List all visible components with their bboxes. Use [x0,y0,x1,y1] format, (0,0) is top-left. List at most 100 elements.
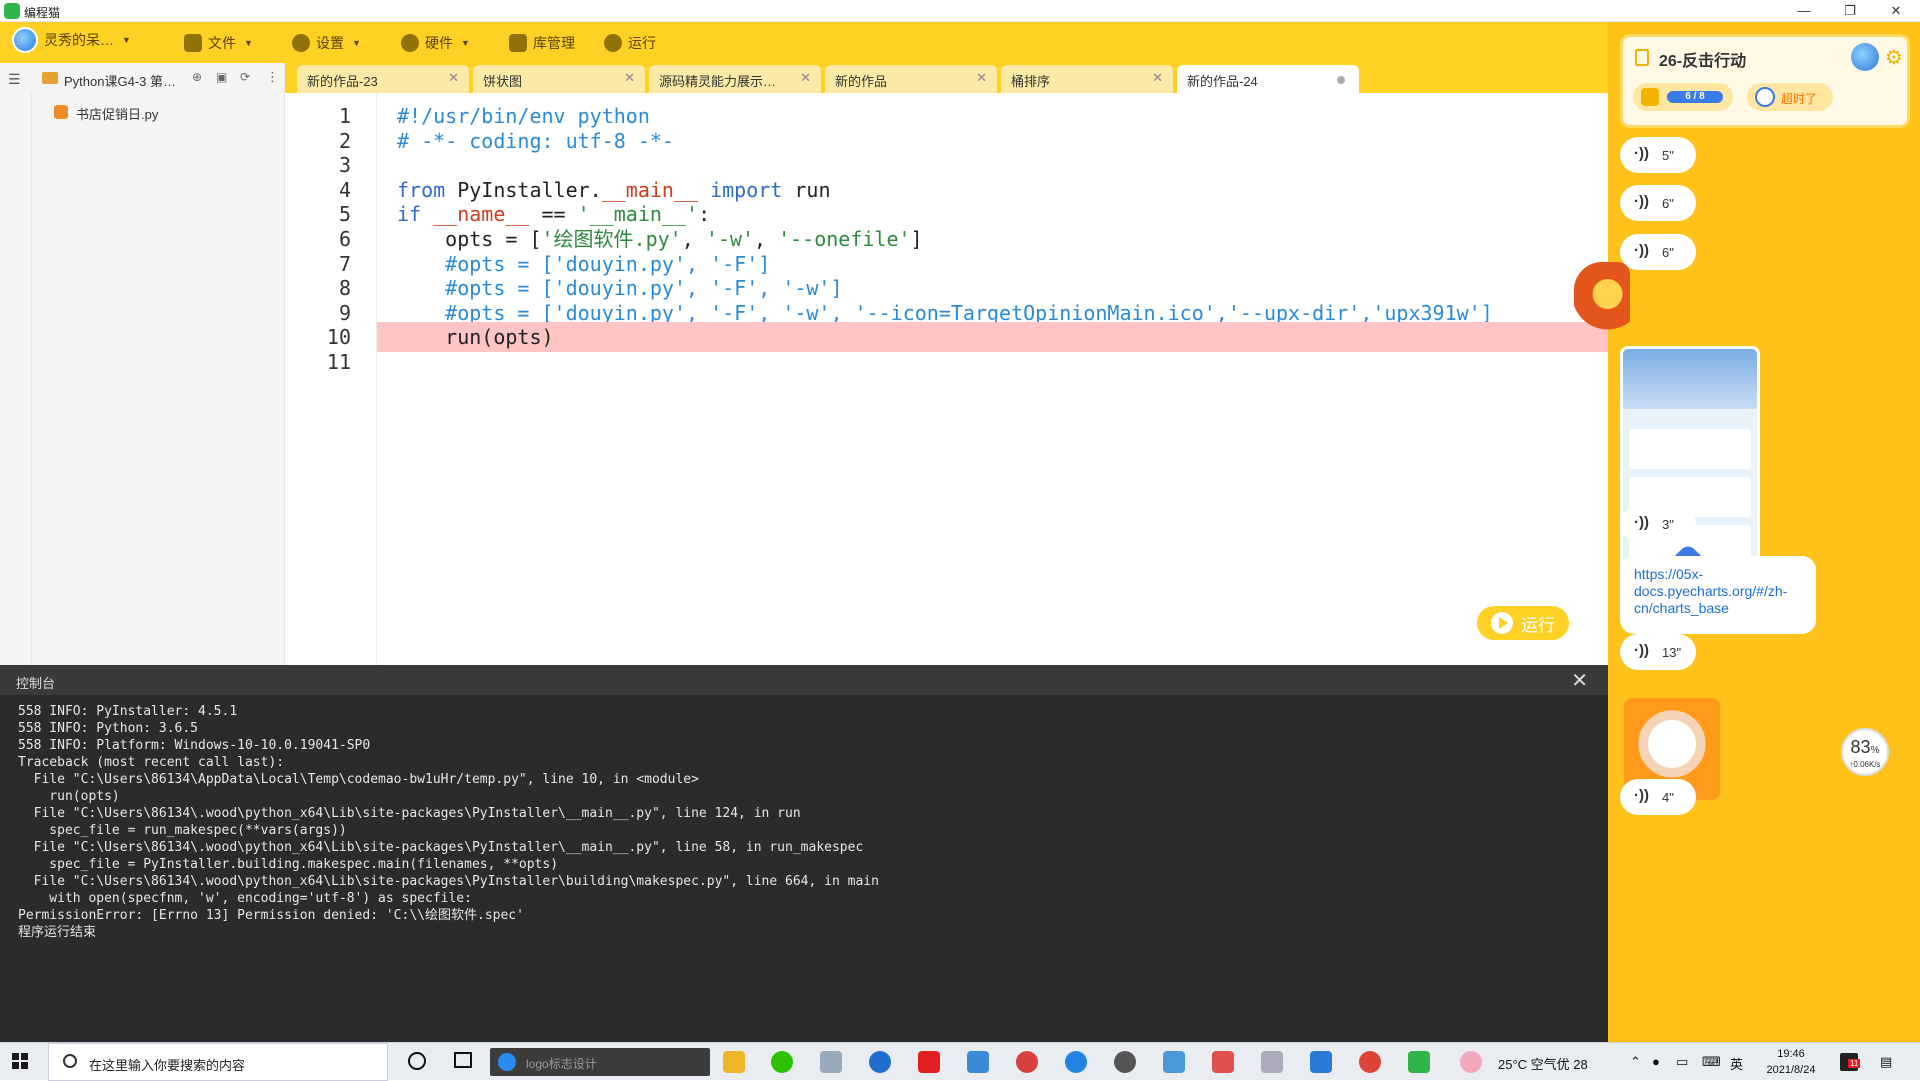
chevron-down-icon: ▼ [244,38,253,48]
task-progress: 6 / 8 [1633,83,1733,111]
wechat-icon[interactable] [771,1051,793,1073]
menu-bar: 灵秀的呆… ▼ 文件 ▼ 设置 ▼ 硬件 ▼ 库管理 运行 [0,22,1608,63]
chevron-down-icon: ▼ [352,38,361,48]
console-header: 控制台 ✕ [0,665,1608,695]
progress-label: 6 / 8 [1667,91,1723,103]
editor-app-icon[interactable] [967,1051,989,1073]
voice-message[interactable]: ·)) 3" [1620,506,1696,542]
clock[interactable]: 19:46 2021/8/24 [1756,1046,1826,1078]
folder-icon [184,34,202,52]
add-file-icon[interactable]: ⊕ [192,70,202,84]
clock-time: 19:46 [1777,1048,1805,1060]
task-card[interactable]: 26-反击行动 ⚙ 6 / 8 超时了 [1620,34,1910,128]
voice-message[interactable]: ·)) 6" [1620,234,1696,270]
audio-icon: ·)) [1634,242,1649,259]
taskbar: 在这里输入你要搜索的内容 logo标志设计 25°C 空气优 28 ⌃ ● ▭ … [0,1042,1920,1081]
tab-source-demo[interactable]: 源码精灵能力展示… ✕ [649,65,821,93]
edge-browser-icon[interactable] [869,1051,891,1073]
voice-duration: 5" [1662,148,1674,163]
menu-settings[interactable]: 设置 ▼ [292,32,361,54]
line-number: 1 [338,104,351,128]
cortana-icon[interactable] [408,1052,426,1070]
link-message[interactable]: https://05x-docs.pyecharts.org/#/zh-cn/c… [1620,556,1816,634]
image-viewer-icon[interactable] [1261,1051,1283,1073]
voice-message[interactable]: ·)) 5" [1620,137,1696,173]
menu-toggle-icon[interactable]: ☰ [8,71,21,88]
line-number: 11 [326,350,351,374]
weather-pig-icon[interactable] [1460,1051,1482,1073]
code-line[interactable] [377,347,1608,377]
network-icon[interactable]: ▭ [1676,1054,1688,1070]
line-number: 6 [338,227,351,251]
edge-search-box[interactable]: logo标志设计 [490,1048,710,1076]
network-meter[interactable]: 83% ↑0.06K/s [1841,728,1889,776]
settings-icon[interactable] [1114,1051,1136,1073]
file-explorer: 书店促销日.py [0,93,285,665]
menu-file-label: 文件 [208,35,236,51]
close-icon[interactable]: ✕ [1571,668,1588,693]
youdao-icon[interactable] [918,1051,940,1073]
voice-message[interactable]: ·)) 4" [1620,779,1696,815]
weather-text[interactable]: 25°C 空气优 28 [1498,1054,1588,1073]
app-badge-icon[interactable]: 11 [1840,1053,1861,1071]
refresh-icon[interactable]: ⟳ [240,70,250,84]
voice-message[interactable]: ·)) 13" [1620,634,1696,670]
game-app-icon[interactable] [1016,1051,1038,1073]
tab-new-work-23[interactable]: 新的作品-23 ✕ [297,65,469,93]
project-name[interactable]: Python课G4-3 第… [64,71,176,90]
close-window-button[interactable]: ✕ [1873,0,1919,22]
feishu-icon[interactable] [1310,1051,1332,1073]
file-explorer-icon[interactable] [723,1051,745,1073]
tab-new-work-24[interactable]: 新的作品-24 [1177,65,1359,93]
notification-center-icon[interactable]: ▤ [1880,1054,1892,1070]
gear-icon[interactable]: ⚙ [1885,45,1903,70]
audio-icon: ·)) [1634,193,1649,210]
gear-icon [292,34,310,52]
voice-message[interactable]: ·)) 6" [1620,185,1696,221]
task-view-icon[interactable] [454,1052,472,1068]
close-icon[interactable]: ✕ [624,70,635,86]
line-gutter: 1 2 3 4 5 6 7 8 9 10 11 [285,93,377,665]
menu-hardware[interactable]: 硬件 ▼ [401,32,470,54]
close-icon[interactable]: ✕ [800,70,811,86]
console-output[interactable]: 558 INFO: PyInstaller: 4.5.1 558 INFO: P… [18,703,879,941]
file-item[interactable]: 书店促销日.py [76,104,158,123]
chrome-icon[interactable] [1359,1051,1381,1073]
play-icon [604,34,622,52]
mascot-icon[interactable] [1574,262,1630,342]
kugou-icon[interactable] [1065,1051,1087,1073]
codemao-icon[interactable] [1408,1051,1430,1073]
close-icon[interactable]: ✕ [1152,70,1163,86]
chevron-down-icon: ▼ [122,35,131,45]
menu-file[interactable]: 文件 ▼ [184,32,253,54]
app-icon[interactable] [1212,1051,1234,1073]
menu-library[interactable]: 库管理 [509,32,575,54]
taskbar-search[interactable]: 在这里输入你要搜索的内容 [48,1043,388,1081]
more-icon[interactable]: ⋮ [266,69,279,85]
paint-icon[interactable] [820,1051,842,1073]
add-folder-icon[interactable]: ▣ [216,70,227,84]
minimize-button[interactable]: — [1781,0,1827,22]
tab-pie-chart[interactable]: 饼状图 ✕ [473,65,645,93]
ime-indicator[interactable]: 英 [1730,1054,1743,1073]
unsaved-dot-icon [1337,76,1345,84]
run-button[interactable]: 运行 [1477,606,1569,640]
remote-desktop-icon[interactable] [1163,1051,1185,1073]
tray-app-icon[interactable]: ● [1652,1054,1660,1069]
chat-panel: 26-反击行动 ⚙ 6 / 8 超时了 ·)) 5" ·)) 6" ·)) 6" ·)… [1608,22,1920,1042]
keyboard-icon[interactable]: ⌨ [1702,1054,1721,1070]
line-number: 4 [338,177,351,202]
tab-label: 新的作品-23 [307,74,378,89]
chevron-up-icon[interactable]: ⌃ [1630,1054,1641,1070]
restore-button[interactable]: ❐ [1827,0,1873,22]
code-editor[interactable]: 1 2 3 4 5 6 7 8 9 10 11 #!/usr/bin/env python # -*-… [285,93,1608,665]
tab-bucket-sort[interactable]: 桶排序 ✕ [1001,65,1173,93]
user-menu[interactable]: 灵秀的呆… ▼ [12,27,131,53]
close-icon[interactable]: ✕ [448,70,459,86]
user-name: 灵秀的呆… [44,32,114,48]
title-bar: 编程猫 — ❐ ✕ [0,0,1920,22]
windows-start-icon[interactable] [12,1053,28,1069]
menu-run[interactable]: 运行 [604,32,656,54]
close-icon[interactable]: ✕ [976,70,987,86]
tab-new-work[interactable]: 新的作品 ✕ [825,65,997,93]
